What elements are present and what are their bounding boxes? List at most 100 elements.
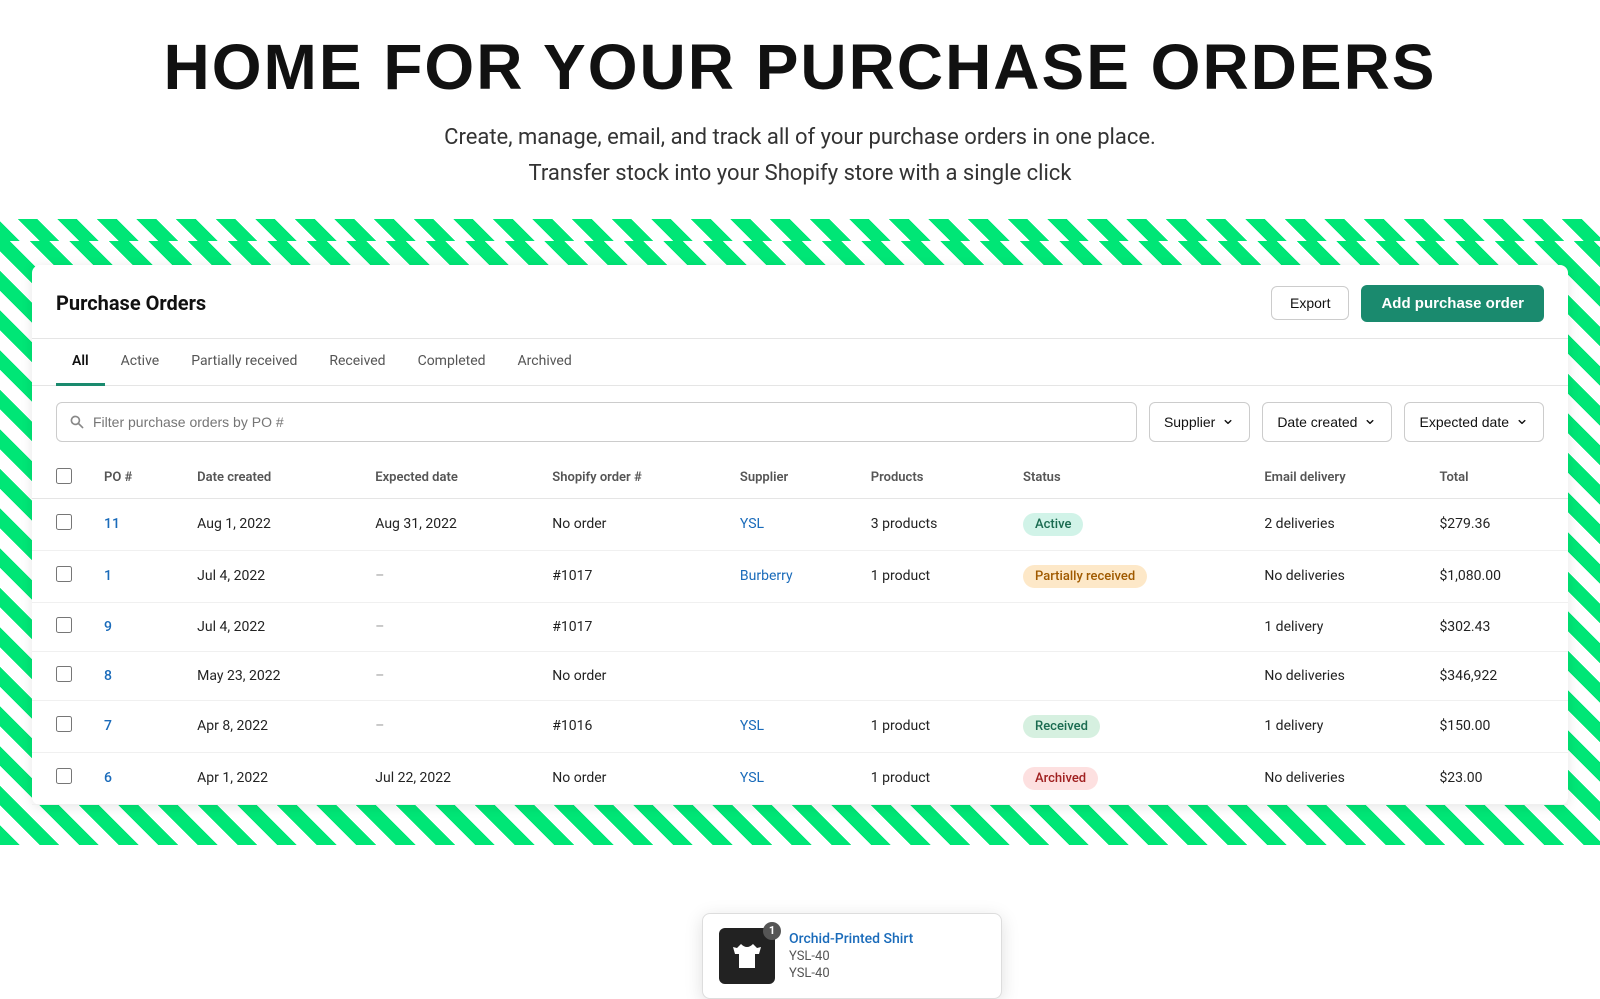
col-po-number: PO # — [88, 458, 181, 499]
hero-subtitle-line2: Transfer stock into your Shopify store w… — [529, 161, 1072, 186]
table-wrapper: PO # Date created Expected date Shopify … — [32, 458, 1568, 805]
date-created-cell: May 23, 2022 — [181, 651, 359, 700]
row-checkbox[interactable] — [56, 514, 72, 530]
row-checkbox[interactable] — [56, 768, 72, 784]
shopify-order-cell: No order — [536, 498, 724, 550]
row-checkbox[interactable] — [56, 716, 72, 732]
search-input[interactable] — [93, 414, 1124, 430]
total-cell: $23.00 — [1423, 752, 1568, 804]
total-cell: $346,922 — [1423, 651, 1568, 700]
products-cell: 1 product — [855, 752, 1007, 804]
email-delivery-cell: 2 deliveries — [1248, 498, 1423, 550]
total-cell: $279.36 — [1423, 498, 1568, 550]
status-badge: Received — [1023, 715, 1100, 738]
supplier-filter-button[interactable]: Supplier — [1149, 402, 1250, 442]
supplier-link[interactable]: YSL — [740, 718, 764, 734]
expected-date-cell: – — [359, 651, 536, 700]
tabs-bar: All Active Partially received Received C… — [32, 339, 1568, 386]
supplier-link[interactable]: YSL — [740, 516, 764, 532]
chevron-down-icon — [1515, 415, 1529, 429]
tooltip-info: Orchid-Printed Shirt YSL-40 YSL-40 — [789, 931, 913, 981]
po-number-link[interactable]: 1 — [104, 568, 112, 584]
col-status: Status — [1007, 458, 1248, 499]
table-row: 1 Jul 4, 2022 – #1017 Burberry 1 product… — [32, 550, 1568, 602]
col-products: Products — [855, 458, 1007, 499]
table-header-row: PO # Date created Expected date Shopify … — [32, 458, 1568, 499]
total-cell: $1,080.00 — [1423, 550, 1568, 602]
products-cell — [855, 651, 1007, 700]
row-checkbox[interactable] — [56, 666, 72, 682]
chevron-down-icon — [1221, 415, 1235, 429]
expected-date-filter-button[interactable]: Expected date — [1404, 402, 1544, 442]
tab-partially-received[interactable]: Partially received — [175, 339, 313, 386]
tooltip-product-name: Orchid-Printed Shirt — [789, 931, 913, 947]
card-header: Purchase Orders Export Add purchase orde… — [32, 265, 1568, 339]
status-cell: Partially received — [1007, 550, 1248, 602]
expected-date-cell: – — [359, 700, 536, 752]
date-created-cell: Jul 4, 2022 — [181, 550, 359, 602]
stripe-divider — [0, 219, 1600, 241]
hero-title: HOME FOR YOUR PURCHASE ORDERS — [20, 32, 1580, 102]
product-tooltip-popup: 1 Orchid-Printed Shirt YSL-40 YSL-40 — [702, 913, 1002, 999]
select-all-header — [32, 458, 88, 499]
col-date-created: Date created — [181, 458, 359, 499]
tab-all[interactable]: All — [56, 339, 105, 386]
add-purchase-order-button[interactable]: Add purchase order — [1361, 285, 1544, 322]
purchase-orders-card: Purchase Orders Export Add purchase orde… — [32, 265, 1568, 805]
row-checkbox[interactable] — [56, 617, 72, 633]
search-wrapper — [56, 402, 1137, 442]
chevron-down-icon — [1363, 415, 1377, 429]
table-row: 8 May 23, 2022 – No order No deliveries … — [32, 651, 1568, 700]
status-badge: Active — [1023, 513, 1083, 536]
shopify-order-cell: No order — [536, 752, 724, 804]
row-checkbox[interactable] — [56, 566, 72, 582]
export-button[interactable]: Export — [1271, 286, 1349, 320]
col-supplier: Supplier — [724, 458, 855, 499]
purchase-orders-table: PO # Date created Expected date Shopify … — [32, 458, 1568, 805]
po-number-link[interactable]: 11 — [104, 516, 120, 532]
tab-received[interactable]: Received — [313, 339, 401, 386]
products-cell: 1 product — [855, 550, 1007, 602]
tab-completed[interactable]: Completed — [402, 339, 502, 386]
shirt-icon — [731, 940, 763, 972]
select-all-checkbox[interactable] — [56, 468, 72, 484]
expected-date-cell: Jul 22, 2022 — [359, 752, 536, 804]
po-number-link[interactable]: 8 — [104, 668, 112, 684]
email-delivery-cell: No deliveries — [1248, 550, 1423, 602]
col-shopify-order: Shopify order # — [536, 458, 724, 499]
date-created-cell: Apr 1, 2022 — [181, 752, 359, 804]
expected-date-cell: – — [359, 602, 536, 651]
products-cell: 3 products — [855, 498, 1007, 550]
expected-date-filter-label: Expected date — [1419, 414, 1509, 430]
po-number-link[interactable]: 6 — [104, 770, 112, 786]
status-cell: Received — [1007, 700, 1248, 752]
tab-active[interactable]: Active — [105, 339, 176, 386]
tooltip-sku1: YSL-40 — [789, 949, 913, 964]
status-badge: Partially received — [1023, 565, 1147, 588]
product-thumbnail: 1 — [719, 928, 775, 984]
table-row: 11 Aug 1, 2022 Aug 31, 2022 No order YSL… — [32, 498, 1568, 550]
col-expected-date: Expected date — [359, 458, 536, 499]
po-number-link[interactable]: 7 — [104, 718, 112, 734]
date-created-filter-button[interactable]: Date created — [1262, 402, 1392, 442]
status-cell — [1007, 602, 1248, 651]
supplier-link[interactable]: YSL — [740, 770, 764, 786]
date-created-cell: Aug 1, 2022 — [181, 498, 359, 550]
status-cell: Archived — [1007, 752, 1248, 804]
po-number-link[interactable]: 9 — [104, 619, 112, 635]
shopify-order-cell: No order — [536, 651, 724, 700]
page-title: Purchase Orders — [56, 291, 206, 315]
hero-subtitle-line1: Create, manage, email, and track all of … — [444, 125, 1156, 150]
search-icon — [69, 414, 85, 430]
date-created-filter-label: Date created — [1277, 414, 1357, 430]
header-actions: Export Add purchase order — [1271, 285, 1544, 322]
shopify-order-cell: #1016 — [536, 700, 724, 752]
date-created-cell: Jul 4, 2022 — [181, 602, 359, 651]
supplier-filter-label: Supplier — [1164, 414, 1215, 430]
tab-archived[interactable]: Archived — [502, 339, 588, 386]
total-cell: $302.43 — [1423, 602, 1568, 651]
tooltip-sku2: YSL-40 — [789, 966, 913, 981]
supplier-link[interactable]: Burberry — [740, 568, 793, 584]
email-delivery-cell: No deliveries — [1248, 651, 1423, 700]
total-cell: $150.00 — [1423, 700, 1568, 752]
